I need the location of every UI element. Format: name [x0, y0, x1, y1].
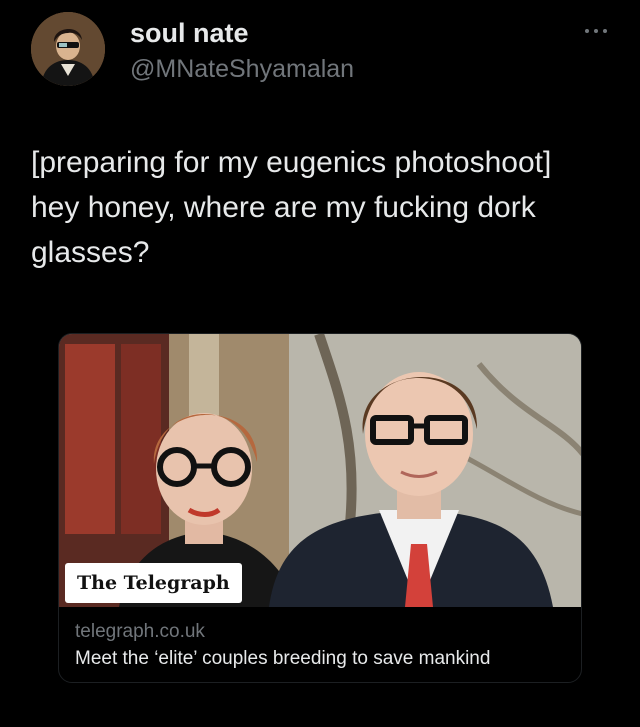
author-handle[interactable]: @MNateShyamalan	[130, 55, 354, 84]
link-card-title[interactable]: Meet the ‘elite’ couples breeding to sav…	[75, 648, 490, 670]
tweet-line: glasses?	[31, 236, 150, 269]
tweet-line: [preparing for my eugenics photoshoot]	[31, 146, 552, 179]
link-card[interactable]: The Telegraph telegraph.co.uk Meet the ‘…	[58, 333, 582, 683]
author-avatar[interactable]	[31, 12, 105, 86]
more-icon[interactable]	[583, 24, 609, 38]
portrait-avatar-icon	[31, 12, 105, 86]
tweet-text: [preparing for my eugenics photoshoot] h…	[31, 140, 621, 275]
tweet-line: hey honey, where are my fucking dork	[31, 191, 536, 224]
author-display-name[interactable]: soul nate	[130, 18, 249, 49]
source-logo-badge: The Telegraph	[65, 563, 242, 603]
link-card-domain: telegraph.co.uk	[75, 621, 205, 642]
